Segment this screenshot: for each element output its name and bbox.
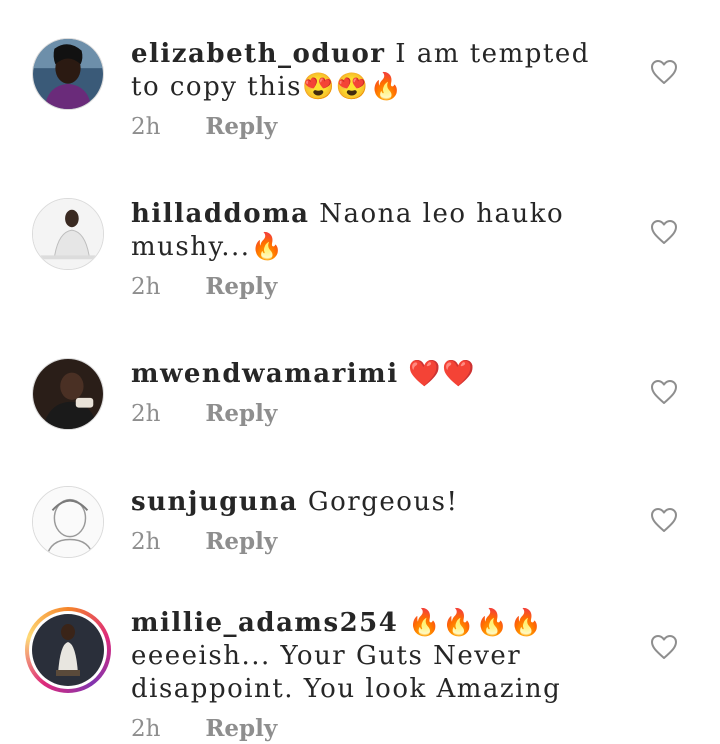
comment-text: elizabeth_oduor I am tempted to copy thi… [131,38,611,104]
comment-timestamp: 2h [131,114,161,140]
reply-button[interactable]: Reply [205,400,277,427]
comment-username[interactable]: millie_adams254 [131,608,398,638]
comment-text: sunjuguna Gorgeous! [131,486,611,519]
profile-photo [33,199,103,269]
comment-meta: 2h Reply [131,399,611,429]
avatar[interactable] [32,358,104,430]
comment-message: Gorgeous! [307,487,459,517]
comment-meta: 2h Reply [131,527,611,557]
heart-icon[interactable] [650,59,678,85]
comment-text: hilladdoma Naona leo hauko mushy...🔥 [131,198,611,264]
comment-text: mwendwamarimi ❤️❤️ [131,358,611,391]
profile-photo [33,39,103,109]
comment-username[interactable]: elizabeth_oduor [131,39,386,69]
heart-icon[interactable] [650,379,678,405]
comment-username[interactable]: sunjuguna [131,487,298,517]
story-ring [29,611,107,689]
comment-username[interactable]: mwendwamarimi [131,359,399,389]
comment-timestamp: 2h [131,716,161,742]
avatar[interactable] [32,38,104,110]
profile-photo [33,359,103,429]
profile-photo [33,487,103,557]
avatar[interactable] [32,486,104,558]
avatar[interactable] [32,198,104,270]
comment-timestamp: 2h [131,401,161,427]
heart-icon[interactable] [650,634,678,660]
comment-meta: 2h Reply [131,112,611,142]
comment-timestamp: 2h [131,529,161,555]
comment-meta: 2h Reply [131,272,611,302]
heart-icon[interactable] [650,507,678,533]
heart-icon[interactable] [650,219,678,245]
comment-username[interactable]: hilladdoma [131,199,309,229]
profile-photo [32,614,104,686]
avatar[interactable] [25,607,111,693]
comment-message: ❤️❤️ [408,359,477,389]
comment-meta: 2h Reply [131,714,611,744]
reply-button[interactable]: Reply [205,113,277,140]
reply-button[interactable]: Reply [205,528,277,555]
comment-timestamp: 2h [131,274,161,300]
comment-text: millie_adams254 🔥🔥🔥🔥eeeeish... Your Guts… [131,607,611,706]
reply-button[interactable]: Reply [205,273,277,300]
